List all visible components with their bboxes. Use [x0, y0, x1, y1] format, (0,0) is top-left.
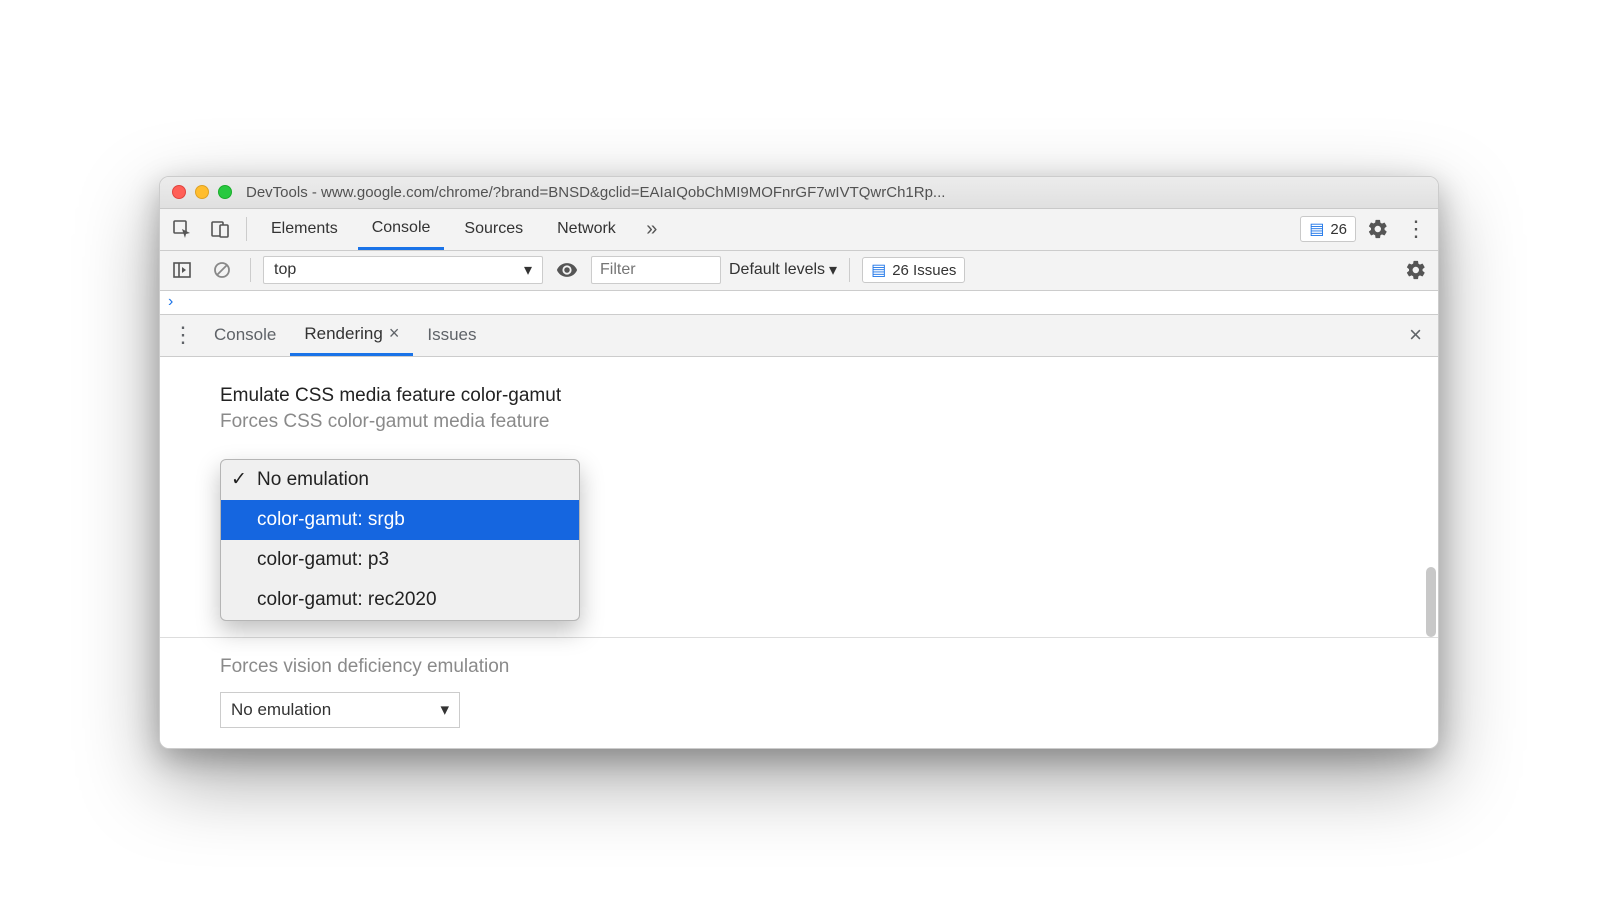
chevron-down-icon: ▾ [524, 260, 532, 280]
tab-network[interactable]: Network [543, 208, 630, 250]
settings-icon[interactable] [1362, 213, 1394, 245]
option-label: color-gamut: srgb [257, 509, 405, 531]
rendering-panel: Emulate CSS media feature color-gamut Fo… [160, 357, 1438, 748]
tab-sources[interactable]: Sources [450, 208, 537, 250]
option-label: color-gamut: p3 [257, 549, 389, 571]
tab-console[interactable]: Console [358, 208, 445, 250]
inspect-element-icon[interactable] [166, 213, 198, 245]
console-toolbar: top ▾ Default levels ▾ ▤ 26 Issues [160, 251, 1438, 291]
vision-deficiency-select[interactable]: No emulation ▾ [220, 692, 460, 728]
issues-badge[interactable]: ▤ 26 [1300, 216, 1356, 242]
devtools-window: DevTools - www.google.com/chrome/?brand=… [159, 176, 1439, 749]
live-expression-icon[interactable] [551, 254, 583, 286]
option-p3[interactable]: color-gamut: p3 [221, 540, 579, 580]
context-value: top [274, 261, 296, 279]
close-rendering-tab-icon[interactable]: × [389, 323, 400, 344]
titlebar: DevTools - www.google.com/chrome/?brand=… [160, 177, 1438, 209]
option-rec2020[interactable]: color-gamut: rec2020 [221, 580, 579, 620]
minimize-window-button[interactable] [195, 185, 209, 199]
option-label: No emulation [257, 469, 369, 491]
color-gamut-description: Forces CSS color-gamut media feature [220, 411, 1396, 433]
section-divider [160, 637, 1439, 638]
vision-deficiency-value: No emulation [231, 700, 331, 720]
context-selector[interactable]: top ▾ [263, 256, 543, 284]
chevron-down-icon: ▾ [440, 700, 449, 720]
log-levels-selector[interactable]: Default levels ▾ [729, 260, 837, 280]
close-drawer-icon[interactable]: × [1399, 322, 1432, 348]
traffic-lights [172, 185, 232, 199]
window-title: DevTools - www.google.com/chrome/?brand=… [246, 184, 1426, 201]
close-window-button[interactable] [172, 185, 186, 199]
issues-count: 26 [1330, 221, 1347, 238]
issues-pill-label: 26 Issues [892, 262, 956, 279]
option-no-emulation[interactable]: ✓ No emulation [221, 460, 579, 500]
option-srgb[interactable]: color-gamut: srgb [221, 500, 579, 540]
color-gamut-dropdown[interactable]: ✓ No emulation color-gamut: srgb color-g… [220, 459, 580, 621]
console-prompt[interactable]: › [160, 291, 1438, 315]
drawer-tab-console[interactable]: Console [200, 314, 290, 356]
divider [250, 258, 251, 282]
filter-input[interactable] [591, 256, 721, 284]
more-tabs-icon[interactable]: » [636, 213, 668, 245]
kebab-menu-icon[interactable]: ⋮ [1400, 213, 1432, 245]
chevron-down-icon: ▾ [829, 260, 837, 280]
device-toggle-icon[interactable] [204, 213, 236, 245]
vision-deficiency-description: Forces vision deficiency emulation [220, 656, 1396, 678]
drawer-tabstrip: ⋮ Console Rendering × Issues × [160, 315, 1438, 357]
color-gamut-heading: Emulate CSS media feature color-gamut [220, 385, 1396, 407]
drawer-menu-icon[interactable]: ⋮ [166, 322, 200, 348]
sidebar-toggle-icon[interactable] [166, 254, 198, 286]
prompt-chevron-icon: › [168, 293, 173, 311]
main-toolbar: Elements Console Sources Network » ▤ 26 … [160, 209, 1438, 251]
message-icon: ▤ [871, 260, 886, 280]
clear-console-icon[interactable] [206, 254, 238, 286]
console-settings-icon[interactable] [1400, 254, 1432, 286]
divider [246, 217, 247, 241]
checkmark-icon: ✓ [231, 468, 247, 491]
message-icon: ▤ [1309, 219, 1324, 239]
divider [849, 258, 850, 282]
tab-elements[interactable]: Elements [257, 208, 352, 250]
log-levels-label: Default levels [729, 261, 825, 279]
option-label: color-gamut: rec2020 [257, 589, 437, 611]
drawer-tab-rendering[interactable]: Rendering × [290, 314, 413, 356]
drawer-tab-rendering-label: Rendering [304, 324, 382, 344]
drawer-tab-issues[interactable]: Issues [413, 314, 490, 356]
scrollbar-thumb[interactable] [1426, 567, 1436, 637]
issues-pill[interactable]: ▤ 26 Issues [862, 257, 965, 283]
zoom-window-button[interactable] [218, 185, 232, 199]
